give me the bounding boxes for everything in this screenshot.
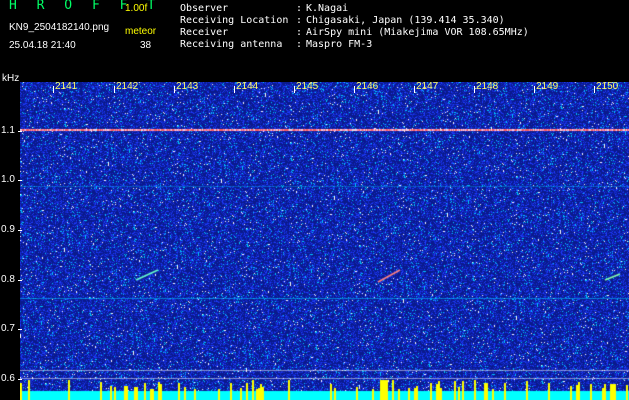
y-tick-mark [18,131,22,132]
x-tick-label: 2145 [296,81,319,92]
app-version: 1.00f [125,3,148,14]
y-tick-mark [18,379,22,380]
x-tick-mark [114,86,115,93]
x-tick-mark [414,86,415,93]
info-value-antenna: Maspro FM-3 [306,39,373,50]
y-tick-label: 1.0 [1,174,15,185]
x-tick-label: 2146 [356,81,379,92]
info-value-observer: K.Nagai [306,3,349,14]
x-tick-label: 2142 [116,81,139,92]
info-key-observer: Observer [180,3,229,14]
info-separator: : [296,15,303,26]
file-name: KN9_2504182140.png [9,22,110,33]
info-key-antenna: Receiving antenna [180,39,283,50]
x-tick-mark [53,86,54,93]
info-key-location: Receiving Location [180,15,289,26]
x-tick-label: 2149 [536,81,559,92]
detection-count: 38 [140,40,152,51]
info-separator: : [296,27,303,38]
x-tick-mark [294,86,295,93]
y-tick-mark [18,230,22,231]
info-key-receiver: Receiver [180,27,229,38]
info-value-receiver: AirSpy mini (Miakejima VOR 108.65MHz) [306,27,529,38]
x-tick-mark [474,86,475,93]
x-tick-label: 2147 [416,81,439,92]
x-tick-mark [174,86,175,93]
y-tick-label: 0.9 [1,224,15,235]
x-tick-label: 2143 [176,81,199,92]
mode-label: meteor [125,26,157,37]
y-tick-label: 0.8 [1,274,15,285]
x-tick-label: 2141 [55,81,78,92]
x-tick-mark [234,86,235,93]
x-tick-mark [534,86,535,93]
info-value-location: Chigasaki, Japan (139.414 35.340) [306,15,505,26]
x-tick-label: 2150 [596,81,619,92]
y-tick-label: 0.7 [1,323,15,334]
y-tick-mark [18,329,22,330]
y-tick-mark [18,280,22,281]
y-tick-mark [18,180,22,181]
y-tick-label: 0.6 [1,373,15,384]
spectrogram-plot [20,82,629,400]
x-tick-label: 2144 [236,81,259,92]
x-tick-mark [354,86,355,93]
info-separator: : [296,39,303,50]
y-tick-label: 1.1 [1,125,15,136]
x-tick-label: 2148 [476,81,499,92]
info-separator: : [296,3,303,14]
capture-datetime: 25.04.18 21:40 [9,40,76,51]
frequency-unit-label: kHz [2,73,20,84]
x-tick-mark [594,86,595,93]
spectrogram-canvas [20,82,629,400]
